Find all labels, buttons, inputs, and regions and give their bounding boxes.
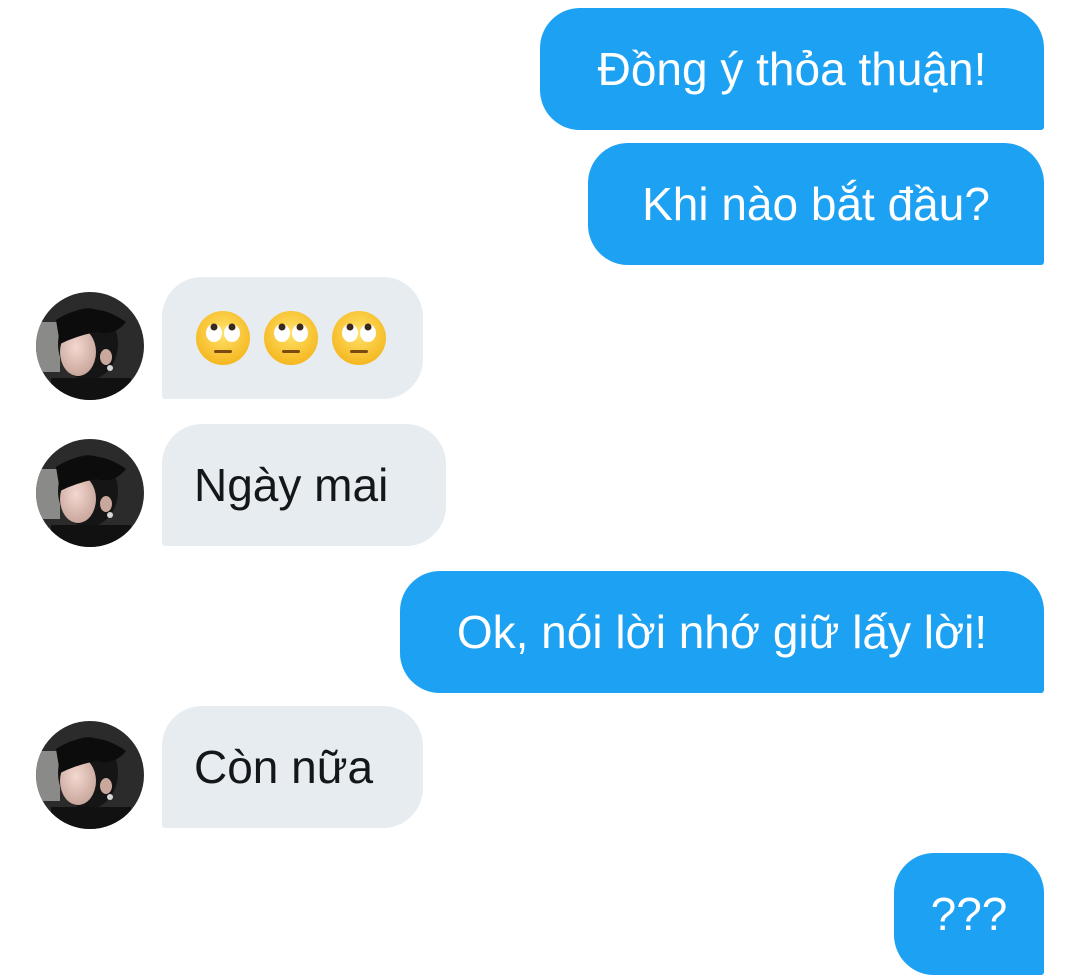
outgoing-message-bubble[interactable]: Ok, nói lời nhớ giữ lấy lời!: [400, 571, 1044, 693]
message-text: Ok, nói lời nhớ giữ lấy lời!: [456, 606, 988, 658]
avatar-photo: [36, 292, 144, 400]
incoming-message-bubble[interactable]: Còn nữa: [162, 706, 423, 828]
message-text: Khi nào bắt đầu?: [642, 178, 990, 230]
contact-avatar[interactable]: [36, 721, 144, 829]
outgoing-message-bubble[interactable]: Đồng ý thỏa thuận!: [540, 8, 1044, 130]
message-text: Còn nữa: [194, 741, 374, 793]
message-text: Đồng ý thỏa thuận!: [597, 43, 987, 95]
outgoing-message-bubble[interactable]: Khi nào bắt đầu?: [588, 143, 1044, 265]
outgoing-message-bubble[interactable]: ???: [894, 853, 1044, 975]
emoji-row: [194, 309, 388, 367]
message-text: ???: [930, 888, 1008, 940]
contact-avatar[interactable]: [36, 439, 144, 547]
rolling-eyes-emoji-icon: [194, 309, 252, 367]
rolling-eyes-emoji-icon: [262, 309, 320, 367]
avatar-photo: [36, 439, 144, 547]
avatar-photo: [36, 721, 144, 829]
message-text: Ngày mai: [194, 459, 389, 511]
contact-avatar[interactable]: [36, 292, 144, 400]
incoming-message-bubble[interactable]: [162, 277, 423, 399]
incoming-message-bubble[interactable]: Ngày mai: [162, 424, 446, 546]
rolling-eyes-emoji-icon: [330, 309, 388, 367]
